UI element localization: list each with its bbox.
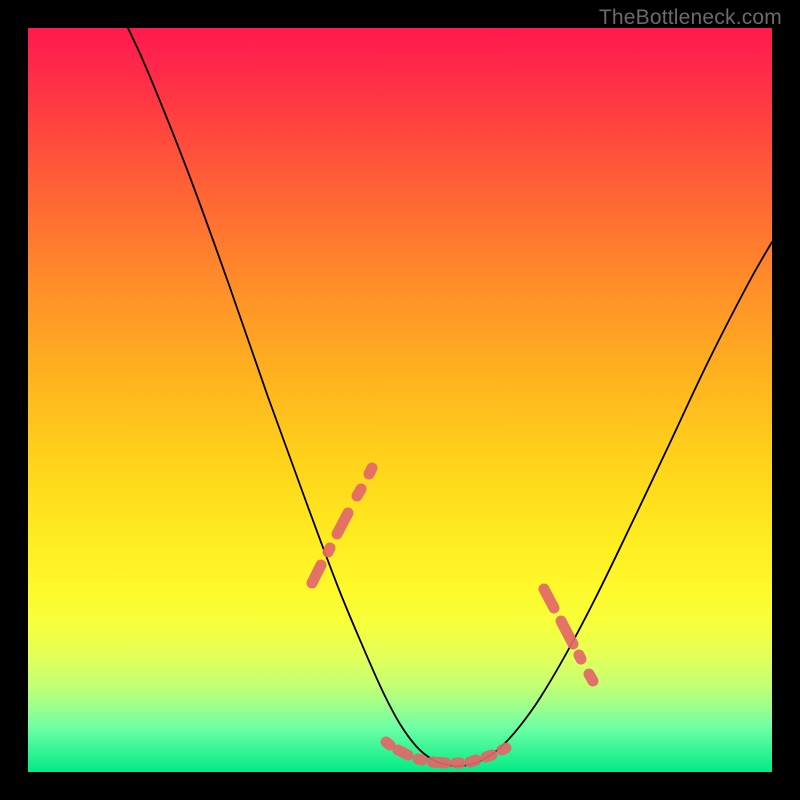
dash-segment <box>418 759 422 760</box>
dash-segment <box>386 742 390 745</box>
dash-segment <box>432 762 446 763</box>
dash-segment <box>502 748 506 750</box>
dash-segment <box>579 655 581 659</box>
dash-segment <box>561 621 573 644</box>
bottleneck-curve <box>128 28 772 766</box>
chart-frame: TheBottleneck.com <box>0 0 800 800</box>
dash-segment <box>470 760 476 762</box>
dash-segment <box>328 548 330 552</box>
dash-segment <box>337 513 348 534</box>
curve-svg <box>28 28 772 772</box>
dash-segment <box>486 755 492 757</box>
dash-segment <box>357 489 361 496</box>
watermark-text: TheBottleneck.com <box>599 6 782 30</box>
dash-group-left <box>312 468 372 583</box>
dash-segment <box>544 589 554 608</box>
dash-segment <box>589 674 593 681</box>
dash-segment <box>398 750 408 755</box>
dash-group-right <box>544 589 593 681</box>
dash-segment <box>369 468 372 474</box>
dash-segment <box>312 565 321 583</box>
plot-area <box>28 28 772 772</box>
dash-group-bottom <box>386 742 506 763</box>
